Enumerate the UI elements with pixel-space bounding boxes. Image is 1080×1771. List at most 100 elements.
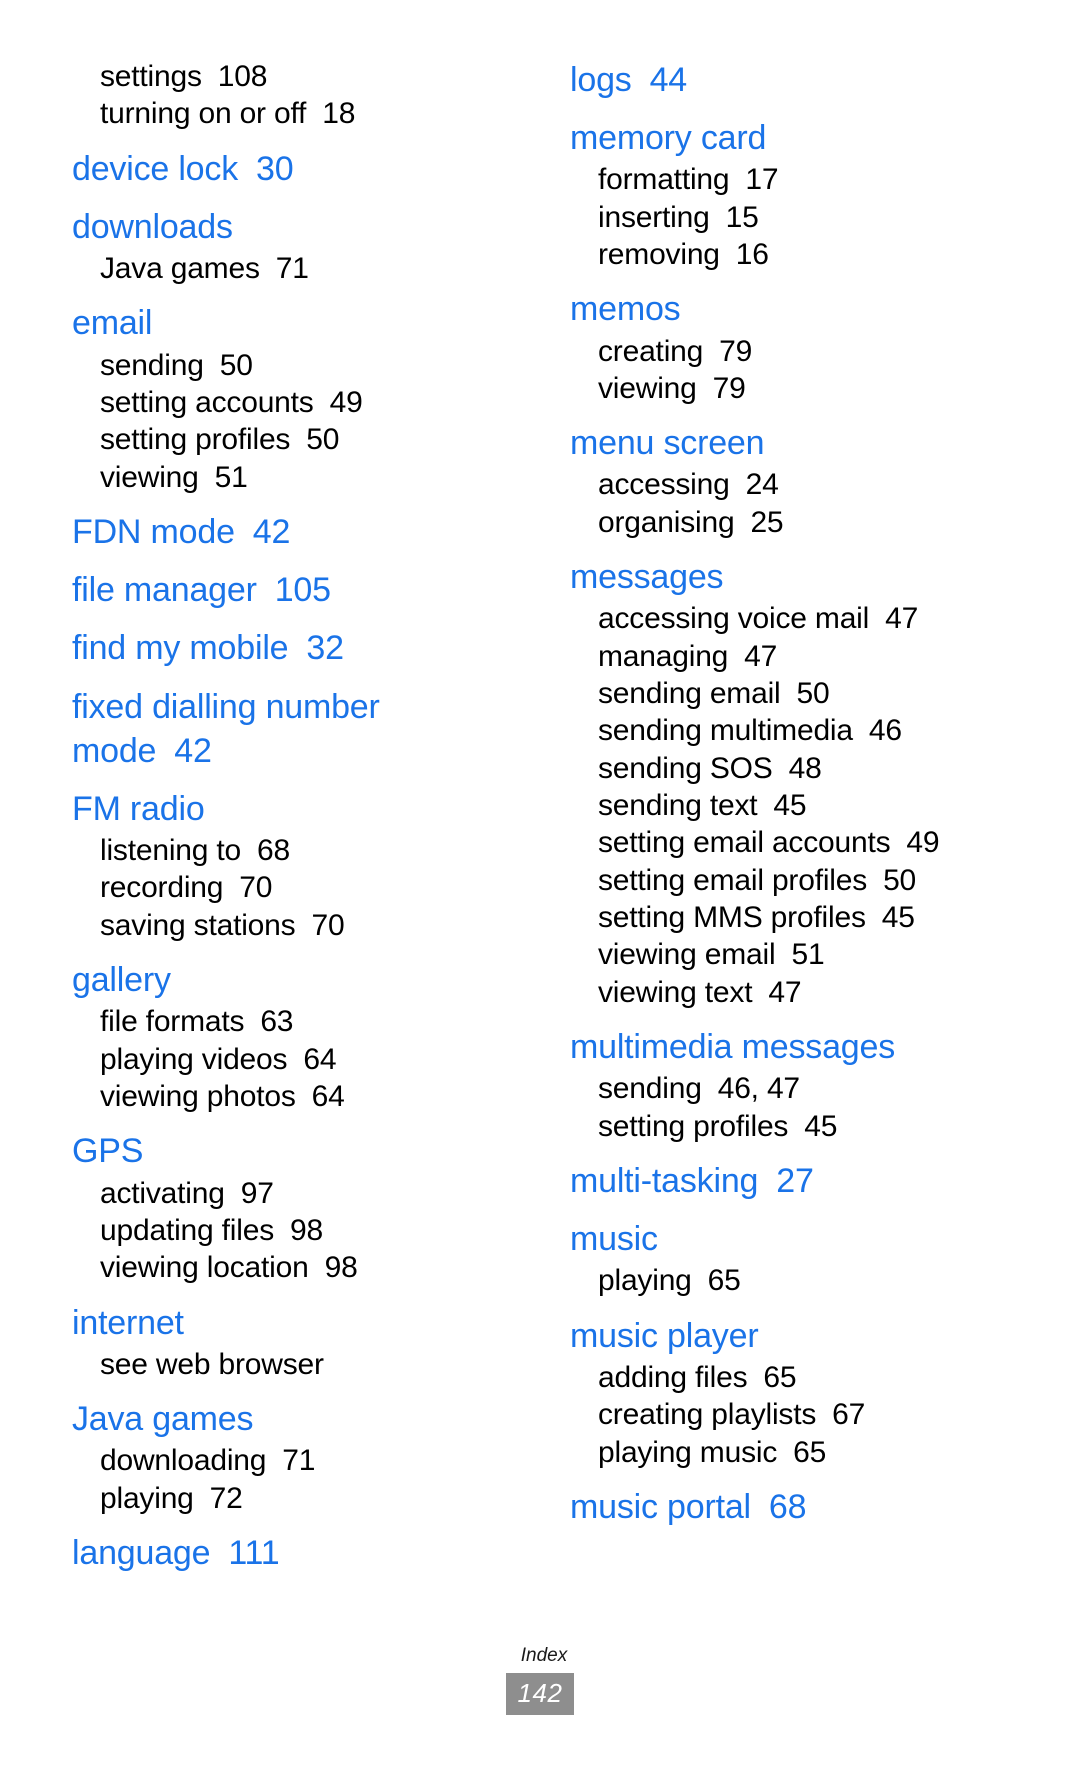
index-subentry[interactable]: inserting 15 bbox=[570, 199, 1010, 236]
index-headword[interactable]: multimedia messages bbox=[570, 1025, 1010, 1069]
index-headword[interactable]: music bbox=[570, 1217, 1010, 1261]
index-subentry[interactable]: updating files 98 bbox=[72, 1212, 512, 1249]
index-headword[interactable]: FM radio bbox=[72, 787, 512, 831]
index-headword-term: music portal bbox=[570, 1487, 751, 1526]
index-subentry[interactable]: activating 97 bbox=[72, 1175, 512, 1212]
index-headword[interactable]: language 111 bbox=[72, 1531, 512, 1575]
index-subentry[interactable]: setting profiles 50 bbox=[72, 421, 512, 458]
index-subentry[interactable]: managing 47 bbox=[570, 638, 1010, 675]
index-subentry-page: 79 bbox=[719, 334, 753, 368]
index-entry-group: GPS activating 97 updating files 98 viewing l… bbox=[72, 1129, 512, 1286]
index-subentry[interactable]: adding files 65 bbox=[570, 1359, 1010, 1396]
index-subentry[interactable]: playing videos 64 bbox=[72, 1041, 512, 1078]
index-subentry[interactable]: settings 108 bbox=[72, 58, 512, 95]
index-subentry[interactable]: setting email accounts 49 bbox=[570, 824, 1010, 861]
index-subentry[interactable]: viewing photos 64 bbox=[72, 1078, 512, 1115]
index-subentry[interactable]: formatting 17 bbox=[570, 161, 1010, 198]
index-headword[interactable]: FDN mode 42 bbox=[72, 510, 512, 554]
index-subentry[interactable]: file formats 63 bbox=[72, 1003, 512, 1040]
index-subentry[interactable]: sending text 45 bbox=[570, 787, 1010, 824]
index-subentry-term: playing bbox=[100, 1481, 194, 1515]
index-headword-term: language bbox=[72, 1533, 211, 1572]
index-subentry-term: playing bbox=[598, 1264, 692, 1298]
index-subentry[interactable]: downloading 71 bbox=[72, 1442, 512, 1479]
index-subentry-page: 45 bbox=[773, 789, 807, 823]
index-headword-term: FDN mode bbox=[72, 512, 235, 551]
index-subentry[interactable]: creating playlists 67 bbox=[570, 1396, 1010, 1433]
index-subentry[interactable]: setting MMS profiles 45 bbox=[570, 899, 1010, 936]
index-headword-term: gallery bbox=[72, 961, 171, 1000]
index-subentry-page: 47 bbox=[768, 975, 802, 1009]
index-headword[interactable]: logs 44 bbox=[570, 58, 1010, 102]
index-headword[interactable]: file manager 105 bbox=[72, 568, 512, 612]
index-headword-page: 30 bbox=[256, 149, 294, 188]
index-headword[interactable]: messages bbox=[570, 555, 1010, 599]
index-entry-group: music portal 68 bbox=[570, 1485, 1010, 1529]
index-subentry[interactable]: removing 16 bbox=[570, 236, 1010, 273]
index-subentry[interactable]: see web browser bbox=[72, 1346, 512, 1383]
index-headword[interactable]: Java games bbox=[72, 1397, 512, 1441]
index-headword-page: 111 bbox=[228, 1533, 280, 1572]
index-headword[interactable]: internet bbox=[72, 1301, 512, 1345]
index-subentry[interactable]: viewing 79 bbox=[570, 370, 1010, 407]
index-headword[interactable]: GPS bbox=[72, 1129, 512, 1173]
index-headword[interactable]: menu screen bbox=[570, 421, 1010, 465]
index-headword[interactable]: multi-tasking 27 bbox=[570, 1159, 1010, 1203]
index-subentry-term: accessing voice mail bbox=[598, 602, 870, 636]
index-subentry[interactable]: turning on or off 18 bbox=[72, 95, 512, 132]
index-headword[interactable]: gallery bbox=[72, 958, 512, 1002]
index-subentry[interactable]: setting email profiles 50 bbox=[570, 862, 1010, 899]
index-headword[interactable]: email bbox=[72, 301, 512, 345]
index-subentry[interactable]: playing 72 bbox=[72, 1480, 512, 1517]
index-subentry-page: 67 bbox=[832, 1398, 866, 1432]
index-headword[interactable]: device lock 30 bbox=[72, 147, 512, 191]
index-subentry[interactable]: sending email 50 bbox=[570, 675, 1010, 712]
index-subentry[interactable]: creating 79 bbox=[570, 333, 1010, 370]
index-subentry[interactable]: saving stations 70 bbox=[72, 907, 512, 944]
index-subentry[interactable]: sending 46, 47 bbox=[570, 1070, 1010, 1107]
index-subentry[interactable]: recording 70 bbox=[72, 869, 512, 906]
index-subentry-page: 63 bbox=[260, 1005, 294, 1039]
index-subentry[interactable]: listening to 68 bbox=[72, 832, 512, 869]
index-subentry-term: sending SOS bbox=[598, 751, 773, 785]
index-subentry-page: 50 bbox=[306, 423, 340, 457]
index-subentry[interactable]: playing music 65 bbox=[570, 1434, 1010, 1471]
index-headword-term: messages bbox=[570, 558, 724, 597]
index-subentry-page: 64 bbox=[303, 1042, 337, 1076]
index-entry-group: fixed dialling number mode 42 bbox=[72, 685, 512, 773]
index-subentry-term: removing bbox=[598, 238, 720, 272]
index-headword-page: 42 bbox=[252, 512, 291, 551]
index-subentry[interactable]: sending multimedia 46 bbox=[570, 712, 1010, 749]
index-subentry-page: 65 bbox=[793, 1435, 827, 1469]
index-headword[interactable]: fixed dialling number mode 42 bbox=[72, 685, 512, 773]
index-subentry[interactable]: setting profiles 45 bbox=[570, 1108, 1010, 1145]
index-headword[interactable]: downloads bbox=[72, 205, 512, 249]
index-subentry[interactable]: sending SOS 48 bbox=[570, 750, 1010, 787]
index-subentry[interactable]: viewing 51 bbox=[72, 459, 512, 496]
index-headword-term: FM radio bbox=[72, 789, 205, 828]
index-subentry[interactable]: Java games 71 bbox=[72, 250, 512, 287]
index-subentry[interactable]: setting accounts 49 bbox=[72, 384, 512, 421]
index-headword[interactable]: memory card bbox=[570, 116, 1010, 160]
index-subentry-term: sending bbox=[100, 348, 204, 382]
index-subentry[interactable]: sending 50 bbox=[72, 347, 512, 384]
index-subentry-term: downloading bbox=[100, 1444, 267, 1478]
index-headword[interactable]: memos bbox=[570, 287, 1010, 331]
index-subentry-term: Java games bbox=[100, 252, 260, 286]
index-subentry[interactable]: organising 25 bbox=[570, 504, 1010, 541]
index-subentry[interactable]: viewing email 51 bbox=[570, 936, 1010, 973]
index-subentry-page: 24 bbox=[745, 468, 779, 502]
index-subentry[interactable]: accessing 24 bbox=[570, 466, 1010, 503]
index-entry-group: logs 44 bbox=[570, 58, 1010, 102]
index-subentry[interactable]: viewing location 98 bbox=[72, 1249, 512, 1286]
index-headword-term: internet bbox=[72, 1303, 184, 1342]
index-headword[interactable]: find my mobile 32 bbox=[72, 626, 512, 670]
index-subentry[interactable]: accessing voice mail 47 bbox=[570, 600, 1010, 637]
index-headword[interactable]: music portal 68 bbox=[570, 1485, 1010, 1529]
index-subentry-term: creating bbox=[598, 334, 704, 368]
index-entry-group: Java games downloading 71 playing 72 bbox=[72, 1397, 512, 1517]
index-subentry[interactable]: playing 65 bbox=[570, 1262, 1010, 1299]
index-subentry[interactable]: viewing text 47 bbox=[570, 974, 1010, 1011]
index-headword[interactable]: music player bbox=[570, 1314, 1010, 1358]
index-headword-term: menu screen bbox=[570, 424, 765, 463]
